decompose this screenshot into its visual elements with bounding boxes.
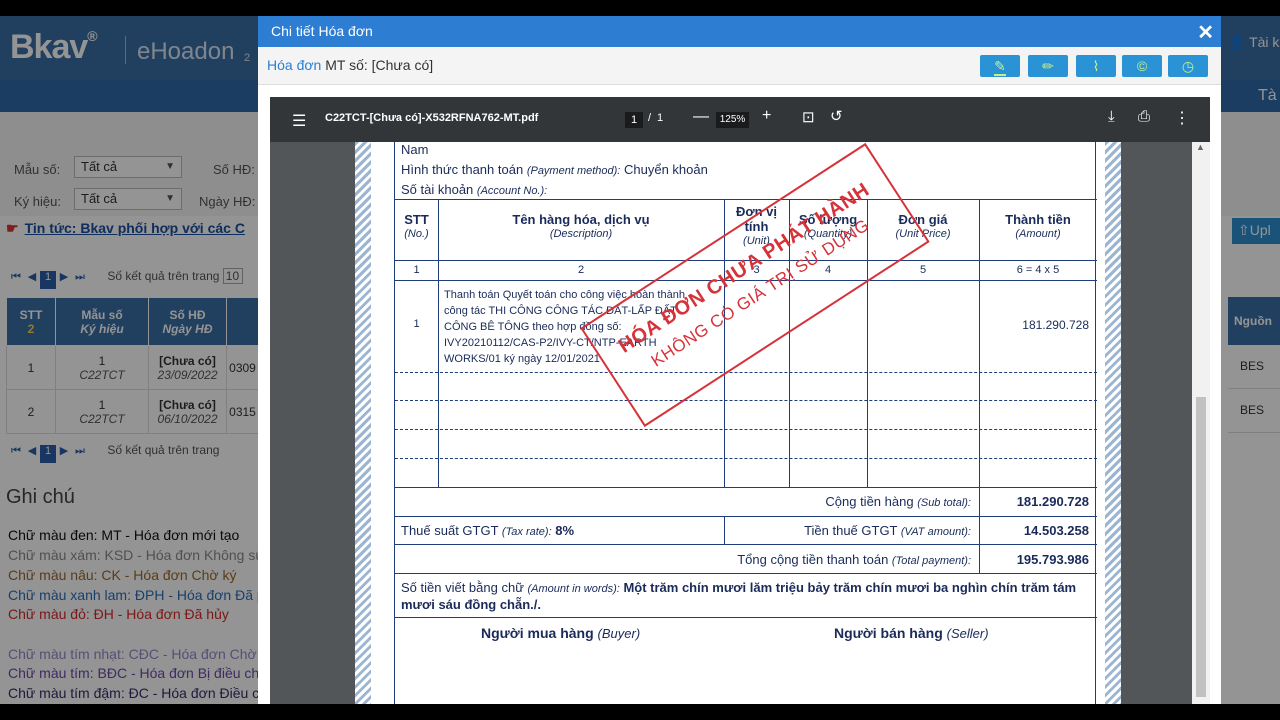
zoom-out-icon[interactable]: — xyxy=(693,108,709,126)
row-divider xyxy=(395,458,1097,459)
row-divider xyxy=(395,372,1097,373)
pdf-page: Nam Hình thức thanh toán (Payment method… xyxy=(355,142,1121,704)
modal-header: Chi tiết Hóa đơn ✕ xyxy=(258,16,1221,47)
copyright-button[interactable]: © xyxy=(1122,55,1162,77)
scroll-up-icon[interactable]: ▲ xyxy=(1196,142,1205,152)
decorative-border-left xyxy=(355,142,371,704)
item-stt: 1 xyxy=(413,318,420,330)
edit-button[interactable]: ✏ xyxy=(1028,55,1068,77)
invoice-number-label: Hóa đơn MT số: [Chưa có] xyxy=(267,57,434,73)
page-total: 1 xyxy=(657,112,664,124)
download-icon[interactable]: ⤓ xyxy=(1108,108,1115,125)
table-line xyxy=(395,573,1097,574)
subtotal-label: Cộng tiền hàng (Sub total): xyxy=(825,494,971,509)
sign-button[interactable]: ✎ xyxy=(980,55,1020,77)
pen-underline-icon: ✎ xyxy=(994,58,1006,76)
scroll-thumb[interactable] xyxy=(1196,397,1206,697)
item-amount: 181.290.728 xyxy=(1022,318,1089,332)
tax-rate: Thuế suất GTGT (Tax rate): 8% xyxy=(401,523,575,538)
col-number: 1 xyxy=(413,264,420,276)
pdf-viewer: ☰ C22TCT-[Chưa có]-X532RFNA762-MT.pdf 1 … xyxy=(270,91,1210,704)
modal-title: Chi tiết Hóa đơn xyxy=(271,23,373,39)
clock-icon: ◷ xyxy=(1181,58,1195,74)
fit-page-icon[interactable]: ⊡ xyxy=(802,108,815,126)
table-line xyxy=(395,516,1097,517)
zoom-in-icon[interactable]: + xyxy=(762,107,771,125)
invoice-detail-modal: Chi tiết Hóa đơn ✕ Hóa đơn MT số: [Chưa … xyxy=(258,16,1221,704)
total-value: 195.793.986 xyxy=(1016,552,1089,567)
paperclip-icon: ⌇ xyxy=(1092,58,1100,74)
print-icon[interactable]: ⎙ xyxy=(1138,108,1150,125)
page-input[interactable]: 1 xyxy=(625,112,643,128)
pencil-icon: ✏ xyxy=(1042,58,1054,74)
account-number: Số tài khoản (Account No.): xyxy=(401,182,548,197)
table-col-line xyxy=(438,199,439,487)
zoom-input[interactable]: 125% xyxy=(716,112,749,128)
total-label: Tổng cộng tiền thanh toán (Total payment… xyxy=(737,552,971,567)
unissued-stamp: HÓA ĐƠN CHƯA PHÁT HÀNH KHÔNG CÓ GIÁ TRỊ … xyxy=(580,142,930,428)
row-divider xyxy=(395,400,1097,401)
page-separator: / xyxy=(648,112,652,124)
buyer-signature: Người mua hàng (Buyer) xyxy=(481,625,641,641)
modal-toolbar: Hóa đơn MT số: [Chưa có] ✎ ✏ ⌇ © ◷ xyxy=(258,47,1221,85)
col-number: 6 = 4 x 5 xyxy=(1016,264,1060,276)
row-divider xyxy=(395,429,1097,430)
table-line xyxy=(395,199,1097,200)
table-line xyxy=(395,487,1097,488)
amount-in-words: Số tiền viết bằng chữ (Amount in words):… xyxy=(401,580,1077,612)
history-button[interactable]: ◷ xyxy=(1168,55,1208,77)
nam-text: Nam xyxy=(401,142,429,157)
subtotal-value: 181.290.728 xyxy=(1016,494,1089,509)
copyright-icon: © xyxy=(1136,58,1148,74)
invoice-body: Nam Hình thức thanh toán (Payment method… xyxy=(394,142,1097,704)
table-col-line xyxy=(979,199,980,573)
rotate-icon[interactable]: ↺ xyxy=(830,107,843,125)
table-col-line xyxy=(724,516,725,544)
table-line xyxy=(395,544,1097,545)
col-header-stt: STT (No.) xyxy=(404,212,429,240)
screen: Bkav® eHoadon 2 👤 Tài kh Tà Mẫu số: Tất … xyxy=(0,16,1280,704)
close-icon[interactable]: ✕ xyxy=(1197,20,1214,45)
vat-value: 14.503.258 xyxy=(1023,523,1089,538)
col-header-amount: Thành tiền (Amount) xyxy=(1005,212,1071,240)
menu-icon[interactable]: ☰ xyxy=(292,111,306,131)
payment-method: Hình thức thanh toán (Payment method): C… xyxy=(401,162,708,177)
col-header-description: Tên hàng hóa, dịch vụ (Description) xyxy=(512,212,650,240)
table-line xyxy=(395,617,1097,618)
pdf-filename: C22TCT-[Chưa có]-X532RFNA762-MT.pdf xyxy=(325,112,539,124)
seller-signature: Người bán hàng (Seller) xyxy=(834,625,989,641)
pdf-scrollbar[interactable]: ▲ xyxy=(1192,142,1210,704)
vat-label: Tiền thuế GTGT (VAT amount): xyxy=(804,523,971,538)
pdf-toolbar: ☰ C22TCT-[Chưa có]-X532RFNA762-MT.pdf 1 … xyxy=(270,91,1210,142)
attach-button[interactable]: ⌇ xyxy=(1076,55,1116,77)
more-options-icon[interactable]: ⋮ xyxy=(1174,108,1190,128)
decorative-border-right xyxy=(1105,142,1121,704)
